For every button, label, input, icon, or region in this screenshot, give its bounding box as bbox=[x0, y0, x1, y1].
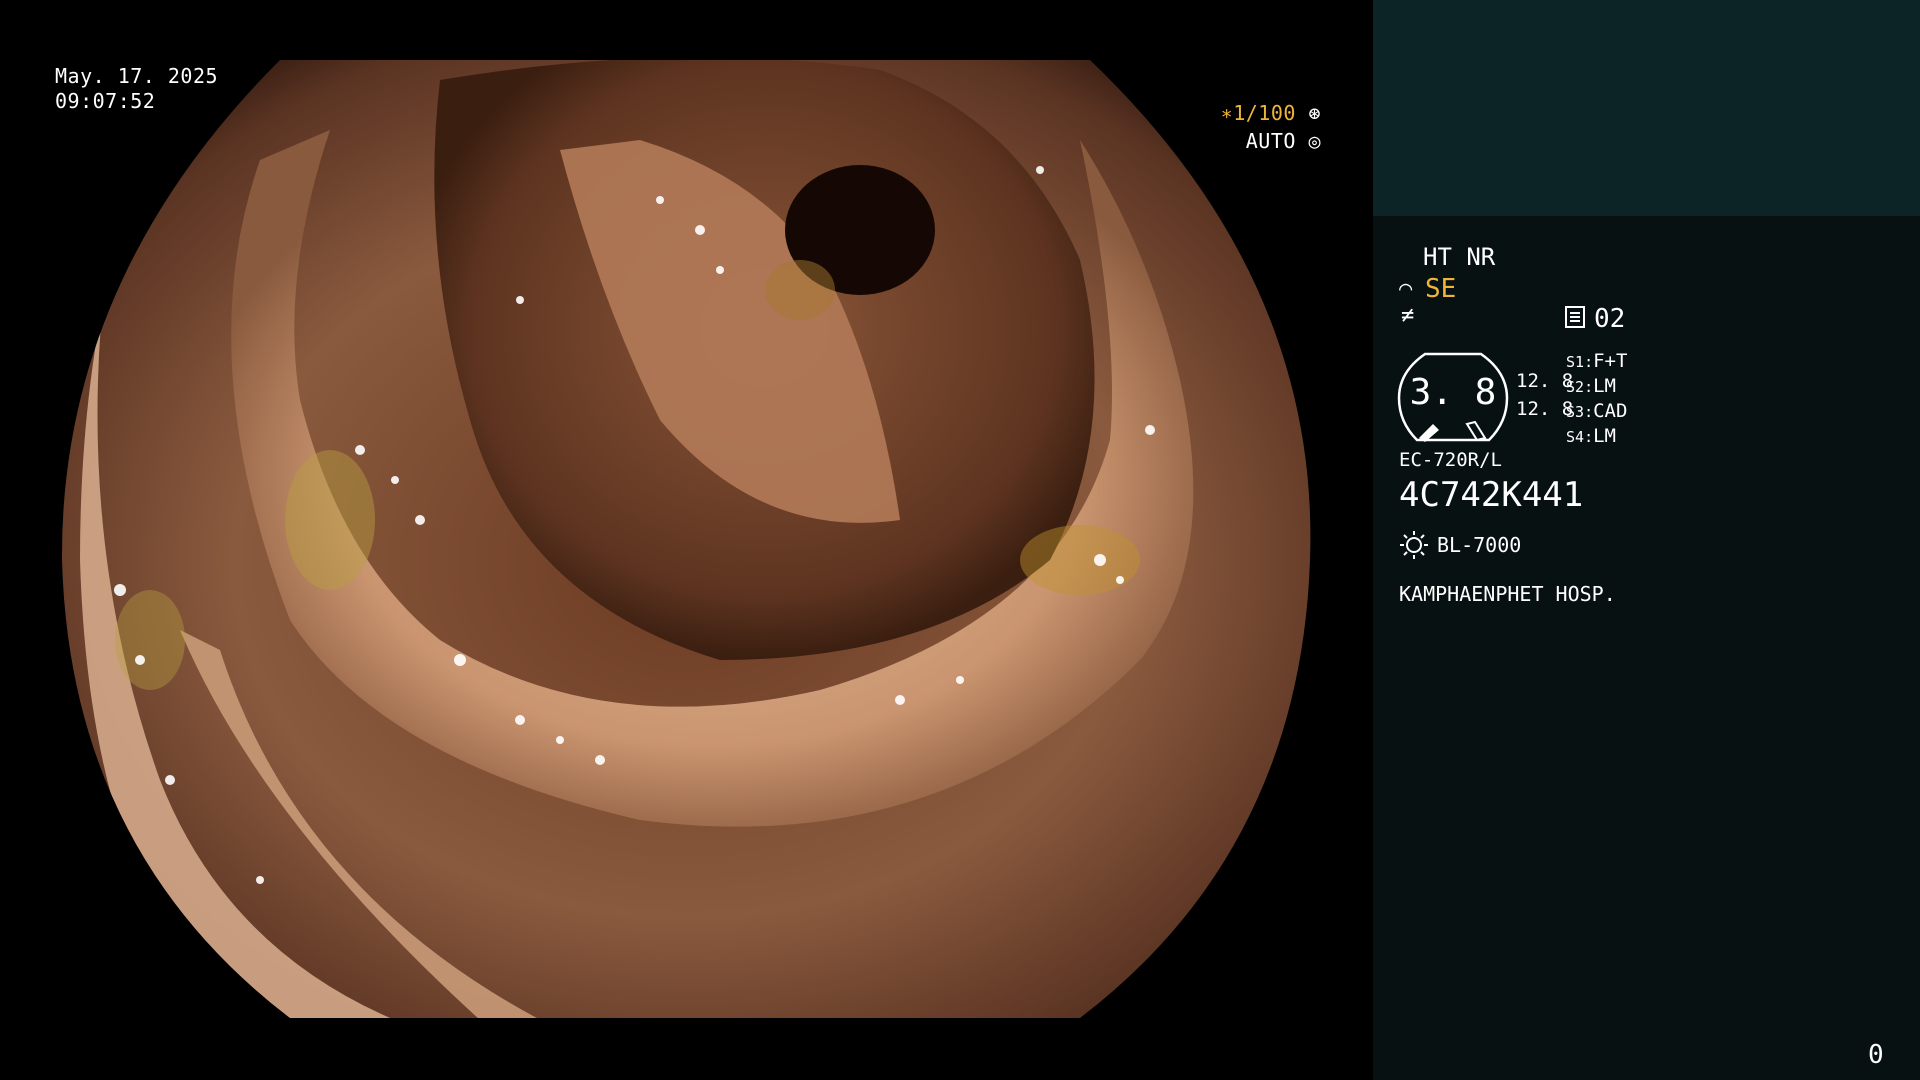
scope-se-icon: ⌒ bbox=[1399, 276, 1413, 301]
switch-key: S4 bbox=[1566, 428, 1585, 446]
structure-enhance-label: SE bbox=[1425, 274, 1457, 304]
setting-value-2: 12. 8 bbox=[1516, 398, 1574, 420]
freeze-icon: ≠ bbox=[1401, 303, 1415, 328]
switch-key: S3 bbox=[1566, 403, 1585, 421]
scope-model: EC-720R/L bbox=[1399, 449, 1502, 471]
zoom-dial-value: 3. 8 bbox=[1409, 372, 1497, 413]
scope-serial: 4C742K441 bbox=[1399, 475, 1584, 515]
switch-value: F+T bbox=[1593, 350, 1628, 372]
shutter-speed-text: ∗1/100 bbox=[1220, 101, 1296, 125]
image-counter: 0 bbox=[1868, 1040, 1884, 1070]
shutter-icon: ⊛ bbox=[1308, 101, 1321, 125]
switch-item: S4:LM bbox=[1566, 425, 1616, 447]
switch-item: S1:F+T bbox=[1566, 350, 1628, 372]
mode-indicators: HT NR bbox=[1423, 243, 1496, 271]
switch-key: S1 bbox=[1566, 353, 1585, 371]
setting-value-1: 12. 8 bbox=[1516, 370, 1574, 392]
info-panel: HT NR ⌒ SE ≠ 02 3. 8 12. 8 12. 8 S1:F+T … bbox=[1373, 0, 1920, 1080]
panel-top-block bbox=[1373, 0, 1920, 216]
switch-item: S2:LM bbox=[1566, 375, 1616, 397]
date-text: May. 17. 2025 bbox=[55, 64, 219, 88]
switch-item: S3:CAD bbox=[1566, 400, 1628, 422]
shutter-display: ∗1/100 ⊛ AUTO ◎ bbox=[1221, 99, 1321, 155]
endoscopic-image bbox=[61, 60, 1311, 1018]
time-text: 09:07:52 bbox=[55, 89, 156, 113]
light-source-label: BL-7000 bbox=[1437, 533, 1522, 557]
switch-value: CAD bbox=[1593, 400, 1628, 422]
light-source-icon bbox=[1400, 531, 1428, 559]
memory-icon bbox=[1565, 306, 1585, 328]
auto-iris-icon: ◎ bbox=[1308, 129, 1321, 153]
endoscope-view: May. 17. 2025 09:07:52 ∗1/100 ⊛ AUTO ◎ bbox=[0, 0, 1373, 1080]
date-time-display: May. 17. 2025 09:07:52 bbox=[55, 64, 218, 114]
switch-value: LM bbox=[1593, 425, 1616, 447]
hospital-name: KAMPHAENPHET HOSP. bbox=[1399, 582, 1616, 606]
switch-value: LM bbox=[1593, 375, 1616, 397]
exposure-mode-text: AUTO bbox=[1245, 129, 1296, 153]
memory-label: 02 bbox=[1594, 304, 1626, 334]
switch-key: S2 bbox=[1566, 378, 1585, 396]
